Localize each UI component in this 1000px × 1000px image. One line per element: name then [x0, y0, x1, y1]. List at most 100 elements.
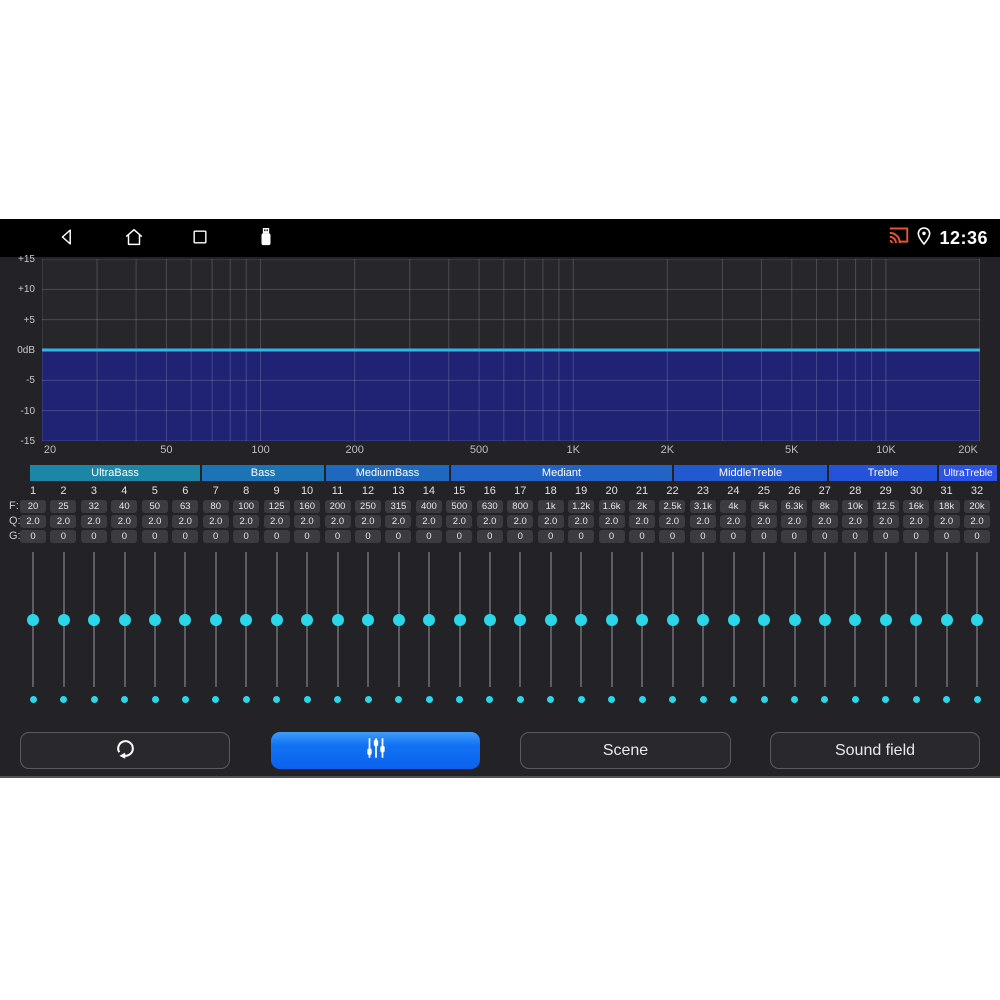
slider-handle[interactable]: [27, 613, 40, 626]
gain-value-chip: 0: [20, 530, 46, 543]
slider-handle[interactable]: [179, 613, 192, 626]
slider-handle[interactable]: [849, 613, 862, 626]
q-value-chip: 2.0: [964, 515, 990, 528]
slider-handle[interactable]: [758, 613, 771, 626]
gain-slider-10[interactable]: [299, 552, 315, 712]
gain-slider-30[interactable]: [908, 552, 924, 712]
gain-slider-22[interactable]: [665, 552, 681, 712]
gain-slider-31[interactable]: [939, 552, 955, 712]
gain-slider-1[interactable]: [25, 552, 41, 712]
gain-slider-23[interactable]: [695, 552, 711, 712]
band-column-11: 11 200 2.0 0: [323, 485, 353, 545]
gain-value-chip: 0: [903, 530, 930, 543]
gain-value-chip: 0: [202, 530, 229, 543]
slider-handle[interactable]: [392, 613, 405, 626]
sound-field-button[interactable]: Sound field: [770, 732, 980, 769]
reset-button[interactable]: [20, 732, 230, 769]
freq-value-chip: 5k: [750, 500, 777, 513]
slider-handle[interactable]: [149, 613, 161, 626]
gain-slider-2[interactable]: [56, 552, 72, 712]
slider-handle[interactable]: [727, 613, 740, 626]
home-button[interactable]: [119, 219, 149, 257]
freq-tick-label: 200: [345, 444, 364, 456]
gain-slider-5[interactable]: [147, 552, 163, 712]
slider-handle[interactable]: [788, 613, 801, 626]
band-group-ultrabass[interactable]: UltraBass: [30, 465, 200, 481]
slider-handle[interactable]: [575, 613, 588, 626]
band-number: 31: [940, 485, 953, 497]
gain-slider-6[interactable]: [177, 552, 193, 712]
slider-handle[interactable]: [697, 613, 710, 626]
freq-value-chip: 3.1k: [689, 500, 716, 513]
gain-slider-24[interactable]: [726, 552, 742, 712]
band-indicator-dot: [699, 696, 707, 703]
slider-handle[interactable]: [483, 613, 496, 626]
slider-handle[interactable]: [514, 613, 527, 626]
gain-slider-21[interactable]: [634, 552, 650, 712]
slider-handle[interactable]: [636, 613, 649, 626]
gain-slider-27[interactable]: [817, 552, 833, 712]
gain-slider-8[interactable]: [238, 552, 254, 712]
band-group-bass[interactable]: Bass: [202, 465, 324, 481]
equalizer-button[interactable]: [271, 732, 480, 769]
gain-slider-3[interactable]: [86, 552, 102, 712]
gain-slider-19[interactable]: [573, 552, 589, 712]
gain-slider-13[interactable]: [391, 552, 407, 712]
gain-slider-7[interactable]: [208, 552, 224, 712]
slider-handle[interactable]: [209, 613, 222, 626]
band-indicator-dot: [547, 696, 555, 703]
slider-handle[interactable]: [423, 613, 436, 626]
gain-slider-12[interactable]: [360, 552, 376, 712]
gain-slider-29[interactable]: [878, 552, 894, 712]
slider-handle[interactable]: [57, 613, 70, 626]
band-column-23: 23 3.1k 2.0 0: [688, 485, 718, 545]
slider-handle[interactable]: [818, 613, 831, 626]
gain-slider-20[interactable]: [604, 552, 620, 712]
band-indicator-dot: [303, 696, 311, 703]
slider-handle[interactable]: [879, 613, 892, 626]
slider-handle[interactable]: [971, 613, 984, 626]
gain-value-chip: 0: [811, 530, 838, 543]
scene-button[interactable]: Scene: [520, 732, 731, 769]
slider-handle[interactable]: [331, 613, 344, 626]
slider-handle[interactable]: [240, 613, 253, 626]
gain-slider-28[interactable]: [847, 552, 863, 712]
usb-button[interactable]: [251, 219, 281, 257]
slider-handle[interactable]: [940, 613, 953, 626]
gain-slider-15[interactable]: [452, 552, 468, 712]
band-column-16: 16 630 2.0 0: [475, 485, 505, 545]
gain-slider-11[interactable]: [330, 552, 346, 712]
q-value-chip: 2.0: [324, 515, 351, 528]
gain-slider-26[interactable]: [787, 552, 803, 712]
slider-handle[interactable]: [910, 613, 923, 626]
band-group-middletreble[interactable]: MiddleTreble: [674, 465, 827, 481]
gain-slider-14[interactable]: [421, 552, 437, 712]
band-group-treble[interactable]: Treble: [829, 465, 937, 481]
gain-slider-18[interactable]: [543, 552, 559, 712]
gain-slider-25[interactable]: [756, 552, 772, 712]
slider-handle[interactable]: [544, 613, 557, 626]
slider-handle[interactable]: [453, 613, 466, 626]
gain-slider-32[interactable]: [969, 552, 985, 712]
gain-slider-4[interactable]: [117, 552, 133, 712]
slider-handle[interactable]: [362, 613, 375, 626]
band-indicator-dot: [364, 696, 372, 703]
q-value-chip: 2.0: [781, 515, 808, 528]
slider-handle[interactable]: [301, 613, 314, 626]
band-group-mediant[interactable]: Mediant: [451, 465, 672, 481]
gain-slider-9[interactable]: [269, 552, 285, 712]
freq-value-chip: 1.2k: [568, 500, 595, 513]
slider-handle[interactable]: [88, 613, 101, 626]
slider-handle[interactable]: [118, 613, 131, 626]
band-group-mediumbass[interactable]: MediumBass: [326, 465, 449, 481]
q-value-chip: 2.0: [111, 515, 138, 528]
slider-handle[interactable]: [605, 613, 618, 626]
reset-icon: [112, 735, 139, 767]
gain-slider-17[interactable]: [512, 552, 528, 712]
recents-button[interactable]: [185, 219, 215, 257]
slider-handle[interactable]: [270, 613, 283, 626]
slider-handle[interactable]: [666, 613, 679, 626]
gain-slider-16[interactable]: [482, 552, 498, 712]
band-group-ultratreble[interactable]: UltraTreble: [939, 465, 997, 481]
back-button[interactable]: [52, 219, 82, 257]
